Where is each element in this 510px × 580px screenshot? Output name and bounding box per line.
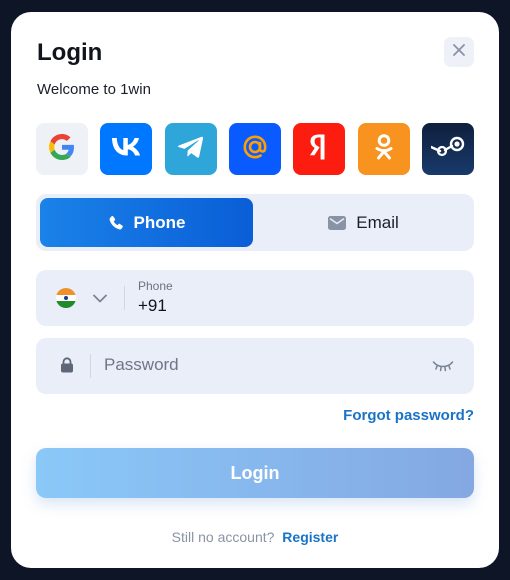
yandex-login-button[interactable] [293,123,346,175]
phone-input[interactable] [138,296,438,316]
register-link[interactable]: Register [282,529,338,545]
login-method-tabs: Phone Email [36,194,474,251]
telegram-login-button[interactable] [164,123,217,175]
tab-email-label: Email [356,212,399,232]
modal-title: Login [37,39,103,66]
envelope-icon [328,215,347,230]
tab-phone-label: Phone [133,212,186,232]
modal-subtitle: Welcome to 1win [37,81,151,98]
india-flag-icon [56,288,76,308]
tab-phone[interactable]: Phone [40,198,253,247]
lock-icon [60,357,74,378]
social-login-row [36,123,474,175]
password-input[interactable] [104,355,404,375]
register-prompt: Still no account? Register [11,529,499,545]
phone-icon [108,215,124,231]
yandex-icon [310,134,328,165]
odnoklassniki-icon [374,133,394,166]
login-modal: Login Welcome to 1win Phone Email Phone … [11,12,499,568]
close-icon [453,43,465,61]
forgot-password-link[interactable]: Forgot password? [343,407,474,424]
vk-icon [112,137,141,161]
ok-login-button[interactable] [357,123,410,175]
google-icon [49,133,75,165]
mail-ru-icon [241,133,269,166]
phone-field-label: Phone [138,279,173,293]
google-login-button[interactable] [36,123,88,175]
login-button[interactable]: Login [36,448,474,498]
field-divider [90,354,91,378]
eye-closed-icon[interactable] [432,359,454,377]
field-divider [124,286,125,310]
telegram-icon [177,136,204,163]
password-field [36,338,474,394]
steam-icon [429,136,465,163]
close-button[interactable] [444,37,474,67]
steam-login-button[interactable] [421,123,474,175]
no-account-text: Still no account? [171,529,275,545]
vk-login-button[interactable] [100,123,153,175]
chevron-down-icon[interactable] [93,290,107,308]
tab-email[interactable]: Email [257,198,470,247]
phone-field: Phone [36,270,474,326]
mailru-login-button[interactable] [228,123,281,175]
